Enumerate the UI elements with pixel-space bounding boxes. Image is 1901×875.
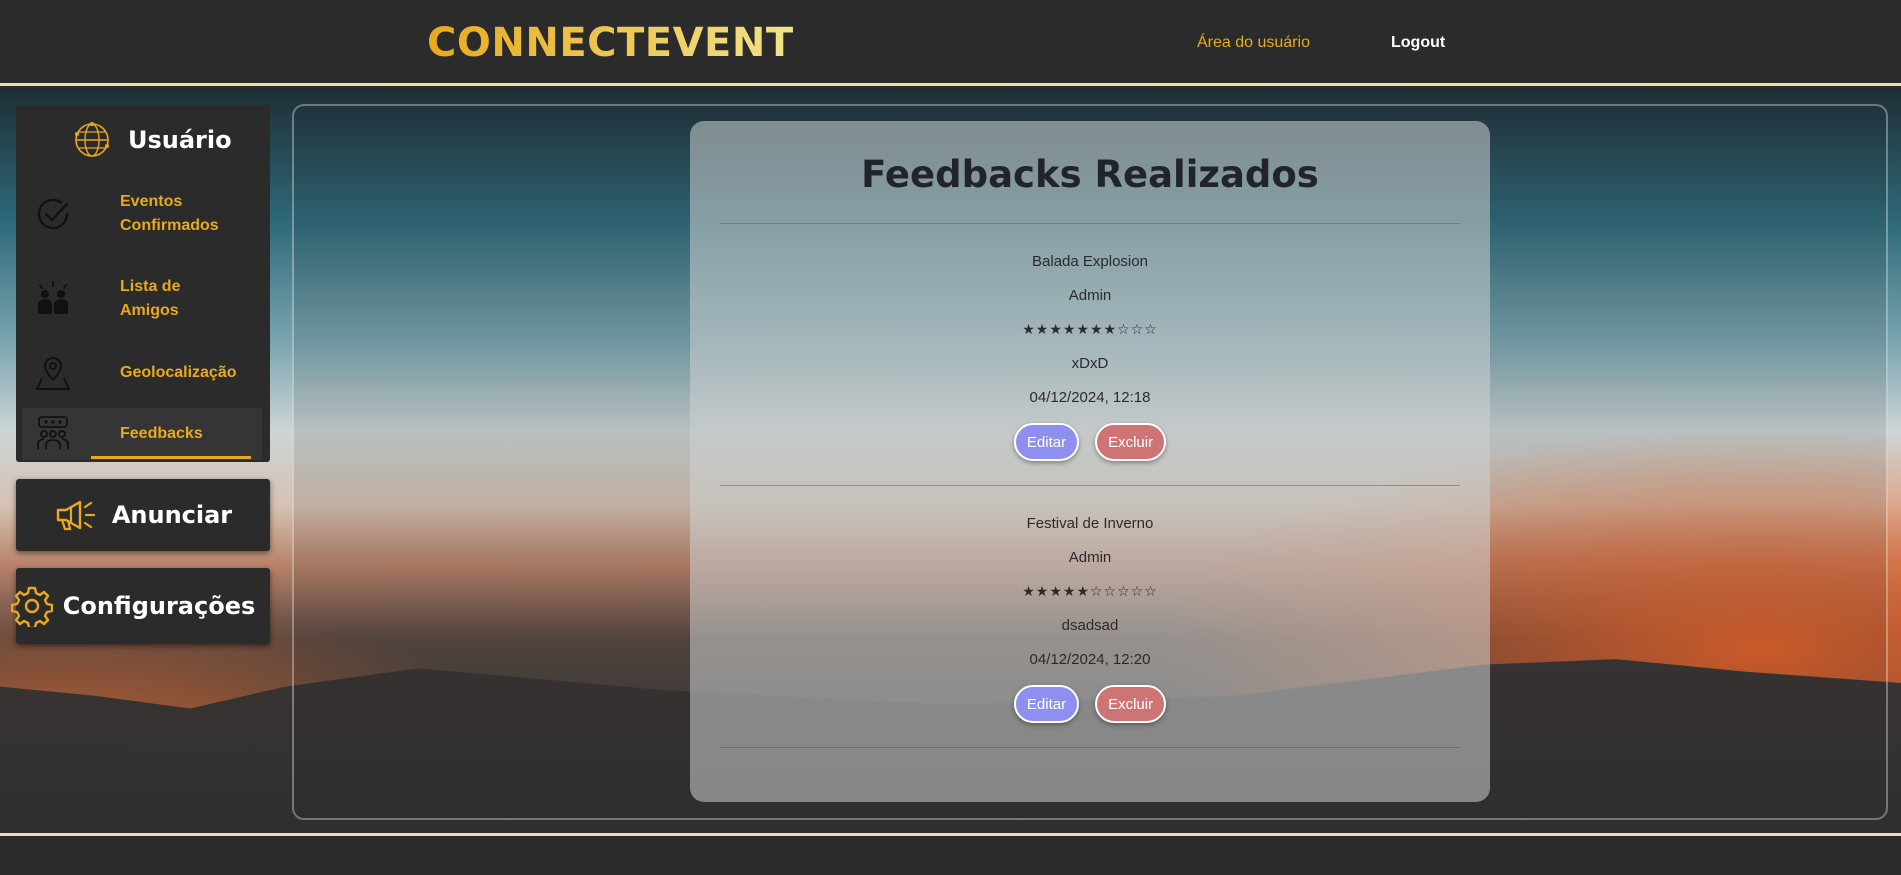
delete-feedback-button[interactable]: Excluir bbox=[1095, 423, 1167, 461]
feedback-date: 04/12/2024, 12:18 bbox=[1029, 389, 1151, 406]
divider bbox=[720, 747, 1460, 748]
feedback-author: Admin bbox=[1068, 549, 1112, 566]
delete-feedback-button[interactable]: Excluir bbox=[1095, 685, 1167, 723]
sidebar-title: Usuário bbox=[128, 126, 232, 154]
feedback-item: Festival de Inverno Admin ★★★★★☆☆☆☆☆ dsa… bbox=[690, 507, 1490, 723]
edit-feedback-button[interactable]: Editar bbox=[1013, 685, 1080, 723]
feedbacks-card: Feedbacks Realizados Balada Explosion Ad… bbox=[690, 121, 1490, 802]
settings-button[interactable]: Configurações bbox=[10, 568, 270, 644]
brand-logo[interactable]: CONNECTEVENT bbox=[427, 20, 794, 66]
top-header: CONNECTEVENT Área do usuário Logout bbox=[0, 0, 1901, 86]
feedback-item: Balada Explosion Admin ★★★★★★★☆☆☆ xDxD 0… bbox=[690, 245, 1490, 461]
announce-button[interactable]: Anunciar bbox=[16, 479, 270, 551]
nav-logout[interactable]: Logout bbox=[1391, 34, 1445, 52]
settings-label: Configurações bbox=[62, 592, 256, 620]
edit-feedback-button[interactable]: Editar bbox=[1013, 423, 1080, 461]
globe-network-icon bbox=[75, 122, 109, 157]
map-pin-icon bbox=[35, 356, 71, 390]
divider bbox=[720, 485, 1460, 486]
megaphone-icon bbox=[56, 500, 95, 531]
friends-icon bbox=[38, 281, 68, 314]
sidebar-header: Usuário bbox=[72, 110, 232, 170]
sidebar-item-friends[interactable]: Lista de Amigos bbox=[22, 268, 262, 330]
gear-icon bbox=[10, 586, 53, 627]
sidebar-item-label: Lista de Amigos bbox=[120, 278, 181, 319]
feedback-author: Admin bbox=[1068, 287, 1112, 304]
feedback-date: 04/12/2024, 12:20 bbox=[1029, 651, 1151, 668]
page-title: Feedbacks Realizados bbox=[861, 153, 1319, 196]
feedback-rating-stars: ★★★★★★★☆☆☆ bbox=[1022, 322, 1158, 338]
feedback-group-icon bbox=[37, 416, 69, 449]
sidebar-item-feedbacks[interactable]: Feedbacks bbox=[22, 408, 262, 460]
feedback-rating-stars: ★★★★★☆☆☆☆☆ bbox=[1022, 584, 1158, 600]
feedback-event-name: Festival de Inverno bbox=[1026, 515, 1154, 532]
feedback-comment: xDxD bbox=[1071, 355, 1109, 372]
check-circle-icon bbox=[37, 198, 69, 230]
sidebar-item-label: Geolocalização bbox=[120, 364, 237, 381]
sidebar-item-label: Eventos Confirmados bbox=[120, 193, 219, 234]
sidebar-item-confirmed-events[interactable]: Eventos Confirmados bbox=[22, 183, 262, 245]
announce-label: Anunciar bbox=[111, 501, 233, 529]
divider bbox=[720, 223, 1460, 224]
feedback-event-name: Balada Explosion bbox=[1032, 253, 1148, 270]
feedback-comment: dsadsad bbox=[1061, 617, 1119, 634]
footer-bar bbox=[0, 833, 1901, 875]
sidebar-item-label: Feedbacks bbox=[120, 425, 203, 442]
sidebar-item-geolocation[interactable]: Geolocalização bbox=[22, 342, 262, 404]
nav-user-area[interactable]: Área do usuário bbox=[1197, 34, 1310, 52]
active-indicator bbox=[91, 456, 251, 459]
